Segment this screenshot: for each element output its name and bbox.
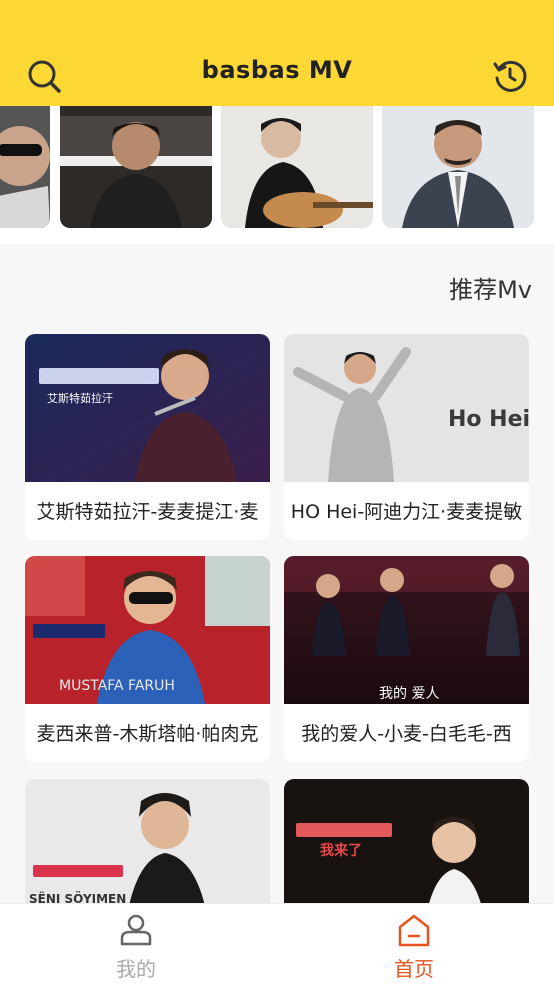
artist-thumbnail[interactable] — [60, 106, 212, 228]
thumbnail-text: Ho Hei — [448, 407, 529, 432]
video-card[interactable]: 我的 爱人 我的爱人-小麦-白毛毛-西 — [284, 556, 529, 762]
video-card[interactable]: 艾斯特茹拉汗 艾斯特茹拉汗-麦麦提江·麦 — [25, 334, 270, 540]
video-title: 艾斯特茹拉汗-麦麦提江·麦 — [36, 501, 259, 523]
video-thumbnail: 艾斯特茹拉汗 — [25, 334, 270, 482]
video-card[interactable]: Ho Hei HO Hei-阿迪力江·麦麦提敏 — [284, 334, 529, 540]
history-icon[interactable] — [492, 58, 528, 94]
video-title: 麦西来普-木斯塔帕·帕肉克 — [36, 723, 259, 745]
user-icon — [120, 914, 152, 946]
artist-carousel[interactable] — [0, 106, 554, 244]
bottom-tab-bar: 我的 首页 — [0, 903, 554, 985]
video-thumbnail: Ho Hei — [284, 334, 529, 482]
video-thumbnail: 我的 爱人 — [284, 556, 529, 704]
top-app-bar: basbas MV — [0, 0, 554, 106]
tab-mine[interactable]: 我的 — [76, 904, 196, 985]
tab-home[interactable]: 首页 — [354, 904, 474, 985]
thumbnail-text: 艾斯特茹拉汗 — [47, 391, 113, 405]
app-title: basbas MV — [201, 56, 353, 84]
artist-thumbnail[interactable] — [0, 106, 50, 228]
video-title: HO Hei-阿迪力江·麦麦提敏 — [290, 501, 523, 523]
artist-thumbnail[interactable] — [221, 106, 373, 228]
thumbnail-text: 我的 爱人 — [379, 686, 439, 702]
thumbnail-text: MUSTAFA FARUH — [59, 678, 175, 694]
video-title: 我的爱人-小麦-白毛毛-西 — [301, 723, 512, 745]
tab-label: 首页 — [394, 957, 434, 981]
home-icon — [398, 914, 430, 947]
video-thumbnail: MUSTAFA FARUH — [25, 556, 270, 704]
section-title: 推荐Mv — [449, 276, 532, 304]
thumbnail-text: 我来了 — [320, 843, 362, 859]
artist-thumbnail[interactable] — [382, 106, 534, 228]
video-card[interactable]: MUSTAFA FARUH 麦西来普-木斯塔帕·帕肉克 — [25, 556, 270, 762]
tab-label: 我的 — [116, 957, 156, 981]
